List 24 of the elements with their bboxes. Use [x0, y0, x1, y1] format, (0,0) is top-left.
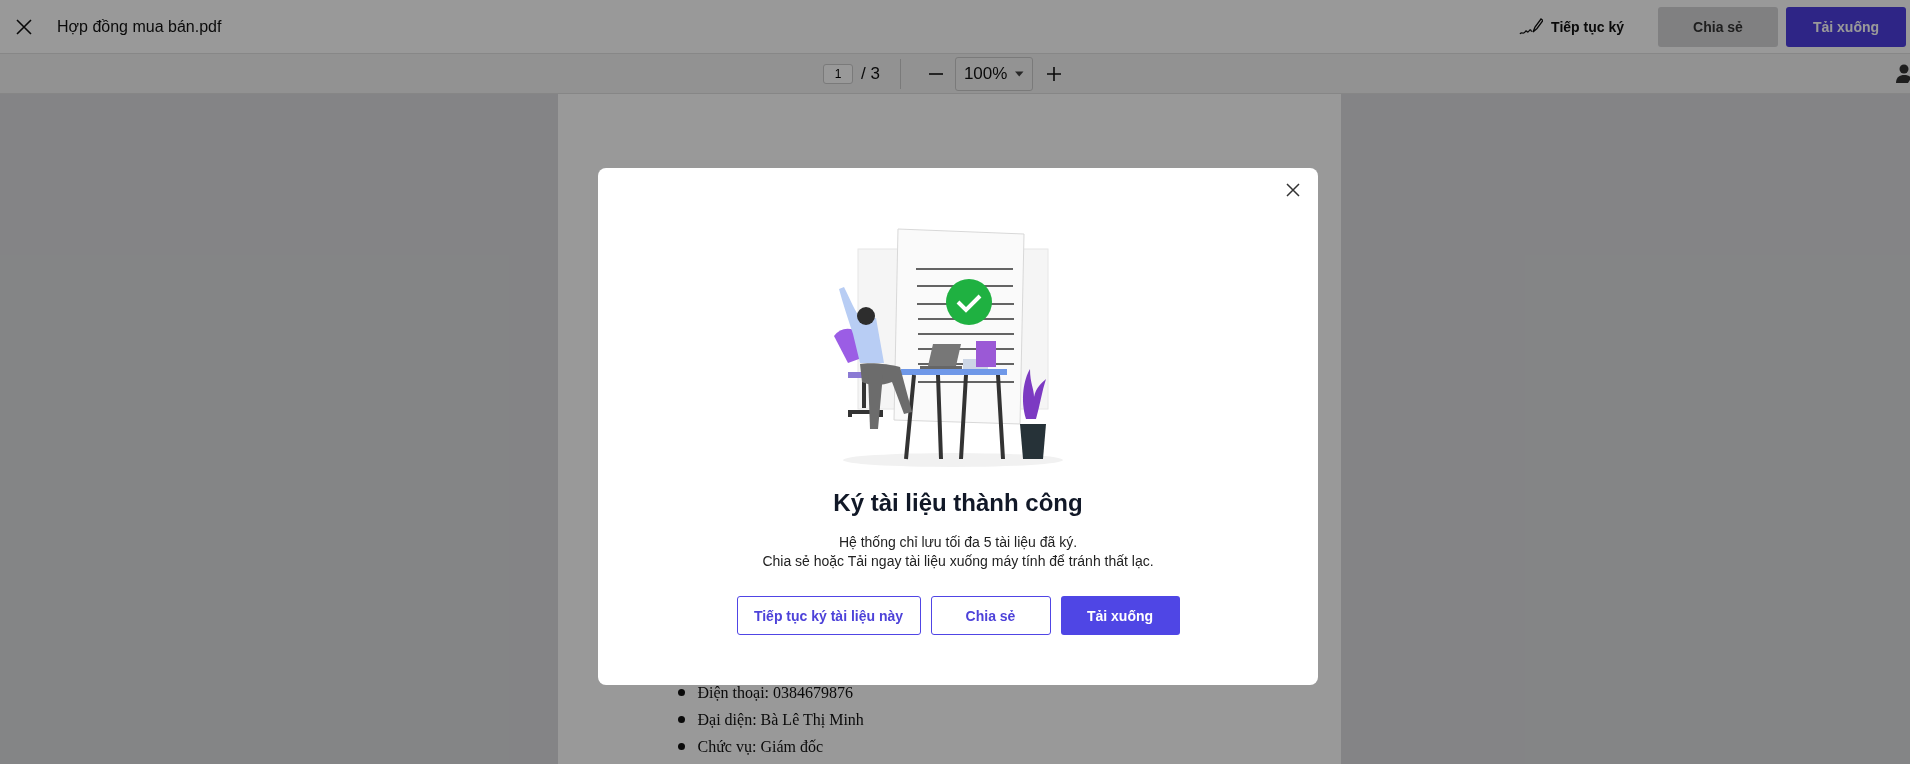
dialog-message: Chia sẻ hoặc Tải ngay tài liệu xuống máy tính để tránh thất lạc.: [762, 552, 1154, 571]
close-icon[interactable]: [16, 18, 32, 35]
download-button[interactable]: Tải xuống: [1786, 6, 1906, 47]
document-text: Đại diện: Bà Lê Thị Minh: [697, 710, 864, 729]
close-icon[interactable]: [1286, 183, 1300, 197]
bullet-icon: [677, 743, 685, 750]
document-title: Hợp đồng mua bán.pdf: [57, 17, 222, 36]
continue-sign-button[interactable]: Tiếp tục ký: [1519, 16, 1624, 37]
zoom-in-icon[interactable]: [1044, 64, 1063, 83]
download-button[interactable]: Tải xuống: [1060, 596, 1180, 635]
dialog-title: Ký tài liệu thành công: [833, 489, 1083, 517]
share-button[interactable]: Chia sẻ: [1658, 6, 1778, 47]
document-text: Chức vụ: Giám đốc: [697, 737, 824, 756]
page-number-field[interactable]: 1: [823, 63, 853, 84]
signature-pen-icon: [1519, 16, 1544, 37]
bullet-icon: [677, 716, 685, 723]
dialog-message: Hệ thống chỉ lưu tối đa 5 tài liệu đã ký.: [837, 533, 1079, 552]
dialog-button[interactable]: Chia sẻ: [930, 596, 1051, 635]
dialog-button[interactable]: Tiếp tục ký tài liệu này: [736, 596, 921, 635]
bullet-icon: [677, 689, 685, 696]
document-text: Điện thoại: 0384679876: [697, 683, 854, 702]
zoom-dropdown[interactable]: 100%: [954, 56, 1033, 91]
caret-icon: [1015, 70, 1024, 77]
page-total: / 3: [861, 63, 880, 84]
